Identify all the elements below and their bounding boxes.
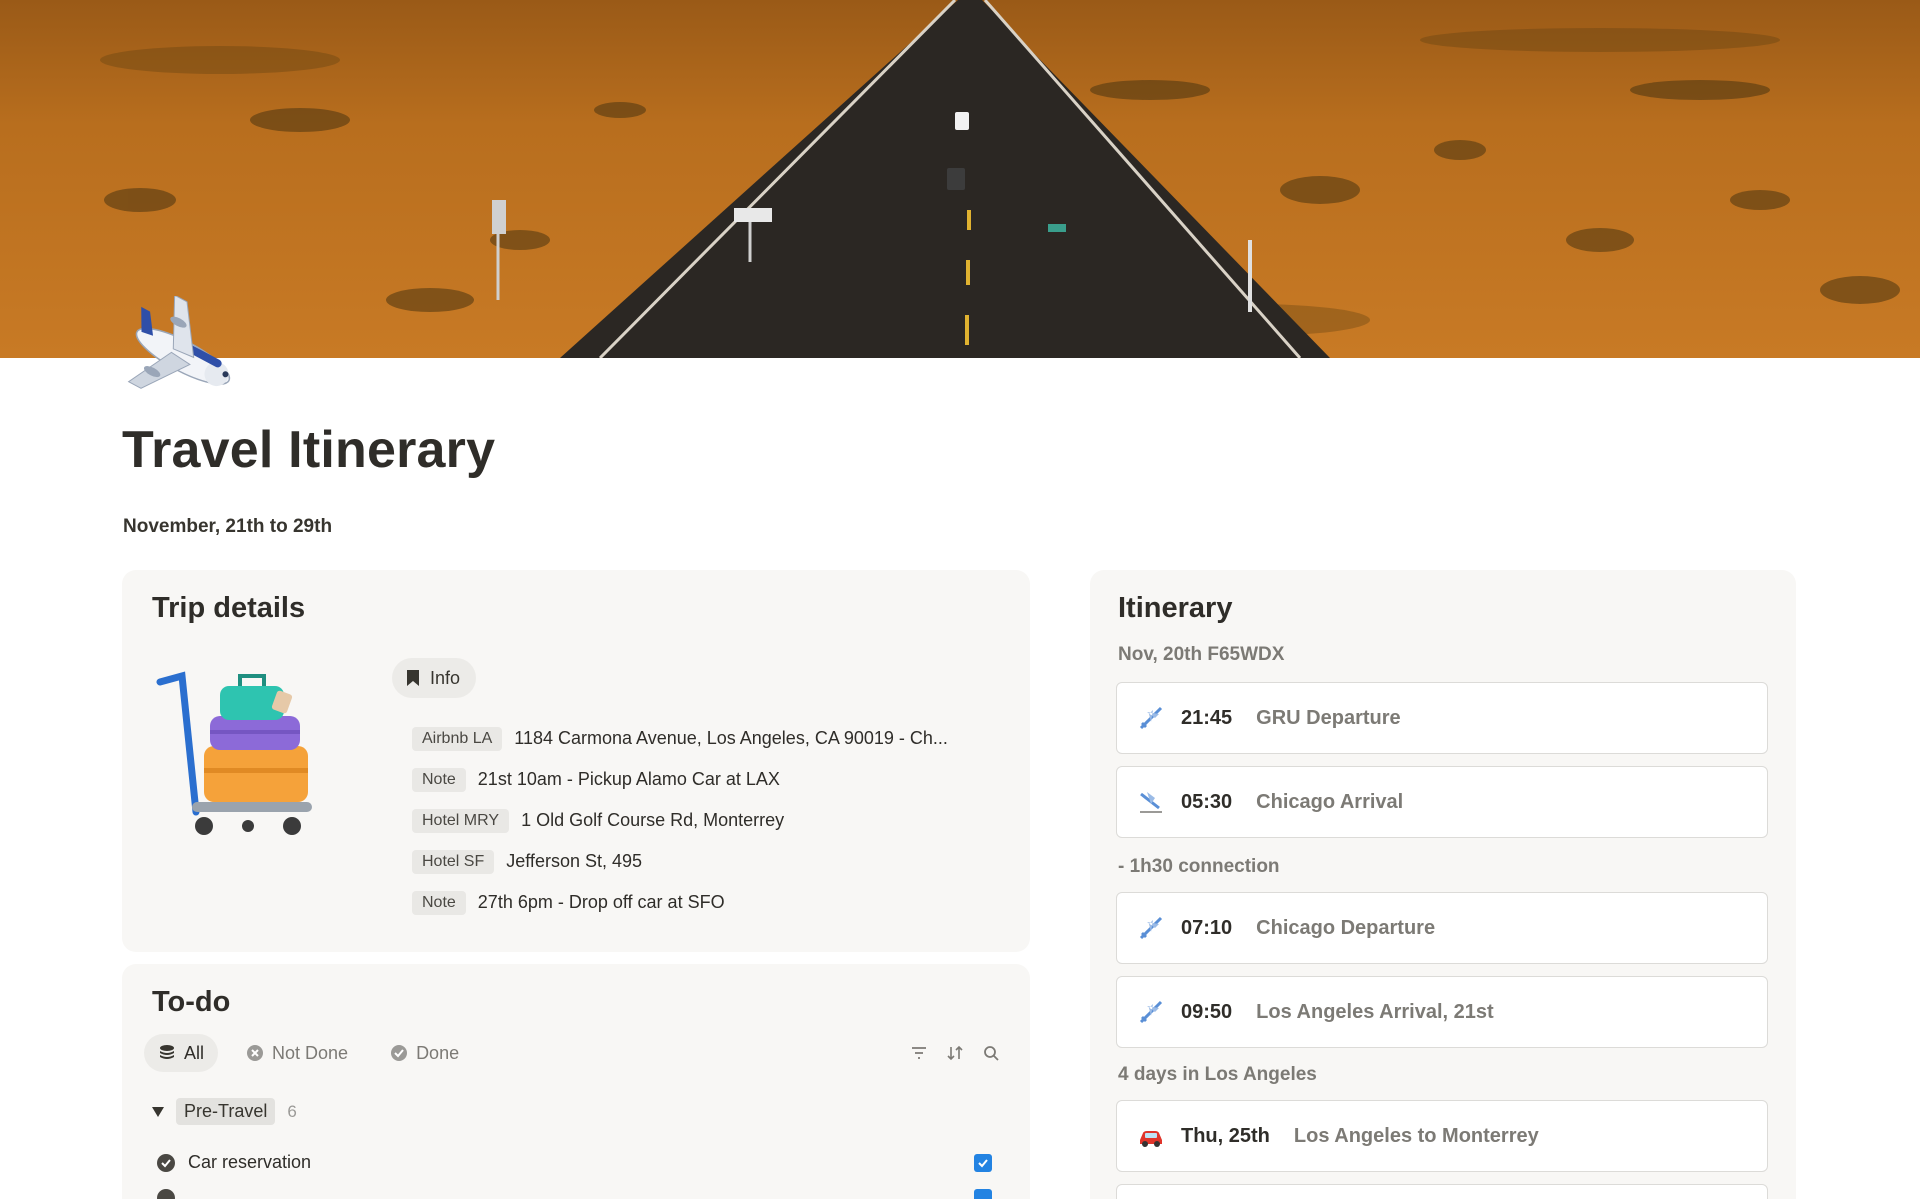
- tab-not-done-label: Not Done: [272, 1042, 349, 1063]
- stack-icon: [160, 1045, 174, 1059]
- bookmark-icon: [407, 670, 419, 686]
- todo-heading: To-do: [152, 986, 231, 1018]
- task-checkbox[interactable]: [974, 1153, 992, 1172]
- airplane-departure-icon: [1139, 1000, 1163, 1024]
- check-circle-icon: [157, 1189, 175, 1199]
- itinerary-item[interactable]: Thu, 25th Los Angeles to Monterrey: [1116, 1100, 1768, 1172]
- tab-info[interactable]: Info: [392, 658, 477, 698]
- list-item[interactable]: Note 27th 6pm - Drop off car at SFO: [412, 882, 1002, 923]
- itinerary-label: GRU Departure: [1256, 706, 1401, 729]
- trip-tag: Airbnb LA: [412, 726, 503, 751]
- list-item[interactable]: Note 21st 10am - Pickup Alamo Car at LAX: [412, 759, 1002, 800]
- tab-not-done[interactable]: Not Done: [232, 1034, 362, 1072]
- task-label: Car reservation: [188, 1152, 312, 1172]
- tab-done[interactable]: Done: [376, 1034, 473, 1072]
- trip-tag: Note: [412, 767, 466, 792]
- itinerary-section-label: Nov, 20th F65WDX: [1118, 644, 1285, 665]
- airplane-icon[interactable]: [118, 294, 248, 412]
- itinerary-item[interactable]: 21:45 GRU Departure: [1116, 682, 1768, 754]
- list-item[interactable]: Airbnb LA 1184 Carmona Avenue, Los Angel…: [412, 718, 1002, 759]
- tab-info-label: Info: [430, 667, 461, 688]
- itinerary-time: 21:45: [1181, 706, 1233, 729]
- trip-text: 1184 Carmona Avenue, Los Angeles, CA 900…: [514, 728, 948, 748]
- todo-view-tabs: All Not Done Done: [144, 1034, 473, 1072]
- car-icon: [1140, 1131, 1162, 1147]
- itinerary-time: Thu, 25th: [1181, 1124, 1270, 1147]
- sort-icon[interactable]: [946, 1044, 964, 1062]
- triangle-down-icon[interactable]: [152, 1106, 164, 1117]
- itinerary-label: Chicago Departure: [1256, 916, 1436, 939]
- tab-all-label: All: [184, 1042, 205, 1063]
- list-item[interactable]: Hotel SF Jefferson St, 495: [412, 841, 1002, 882]
- search-icon[interactable]: [982, 1044, 1000, 1062]
- trip-details-card: Trip details Info Airbnb LA 1184 Carmona…: [122, 570, 1030, 952]
- group-tag: Pre-Travel: [176, 1098, 276, 1125]
- trip-text: 21st 10am - Pickup Alamo Car at LAX: [477, 769, 780, 789]
- filter-icon[interactable]: [910, 1044, 928, 1062]
- task-checkbox[interactable]: [974, 1189, 992, 1199]
- trip-text: 27th 6pm - Drop off car at SFO: [477, 892, 725, 912]
- airplane-arrival-icon: [1140, 792, 1162, 813]
- todo-card: To-do All Not Done Done Pre-Travel 6 Car…: [122, 964, 1030, 1199]
- todo-toolbar: [910, 1044, 1000, 1062]
- itinerary-item[interactable]: 07:10 Chicago Departure: [1116, 892, 1768, 964]
- itinerary-item[interactable]: [1116, 1184, 1768, 1199]
- x-circle-icon: [247, 1045, 264, 1061]
- trip-text: 1 Old Golf Course Rd, Monterrey: [521, 810, 785, 830]
- group-count: 6: [287, 1101, 297, 1121]
- itinerary-item[interactable]: 05:30 Chicago Arrival: [1116, 766, 1768, 838]
- trip-tag: Hotel MRY: [412, 808, 510, 833]
- luggage-cart-icon: [152, 662, 328, 842]
- itinerary-time: 09:50: [1181, 1000, 1233, 1023]
- airplane-departure-icon: [1139, 706, 1163, 730]
- table-row[interactable]: Car reservation: [156, 1152, 992, 1173]
- cover-image: [0, 0, 1920, 358]
- tab-all[interactable]: All: [144, 1034, 219, 1072]
- itinerary-item[interactable]: 09:50 Los Angeles Arrival, 21st: [1116, 976, 1768, 1048]
- trip-details-heading: Trip details: [152, 592, 306, 624]
- itinerary-label: Los Angeles Arrival, 21st: [1256, 1000, 1494, 1023]
- itinerary-heading: Itinerary: [1118, 592, 1233, 624]
- airplane-departure-icon: [1139, 916, 1163, 940]
- itinerary-time: 05:30: [1181, 790, 1233, 813]
- group-pre-travel[interactable]: Pre-Travel 6: [152, 1098, 297, 1125]
- itinerary-card: Itinerary Nov, 20th F65WDX 21:45 GRU Dep…: [1090, 570, 1796, 1199]
- list-item[interactable]: Hotel MRY 1 Old Golf Course Rd, Monterre…: [412, 800, 1002, 841]
- itinerary-section-label: 4 days in Los Angeles: [1118, 1064, 1317, 1085]
- itinerary-label: Chicago Arrival: [1256, 790, 1404, 813]
- itinerary-label: Los Angeles to Monterrey: [1293, 1124, 1539, 1147]
- trip-info-list: Airbnb LA 1184 Carmona Avenue, Los Angel…: [412, 718, 1002, 923]
- table-row[interactable]: [156, 1188, 992, 1199]
- itinerary-time: 07:10: [1181, 916, 1233, 939]
- page-subtitle: November, 21th to 29th: [123, 516, 333, 537]
- itinerary-section-label: - 1h30 connection: [1118, 856, 1280, 877]
- trip-text: Jefferson St, 495: [506, 851, 643, 871]
- trip-tag: Hotel SF: [412, 849, 495, 874]
- tab-done-label: Done: [416, 1042, 460, 1063]
- page-title: Travel Itinerary: [122, 421, 496, 479]
- trip-tag: Note: [412, 890, 466, 915]
- check-circle-icon: [391, 1045, 408, 1061]
- check-circle-icon: [157, 1153, 175, 1172]
